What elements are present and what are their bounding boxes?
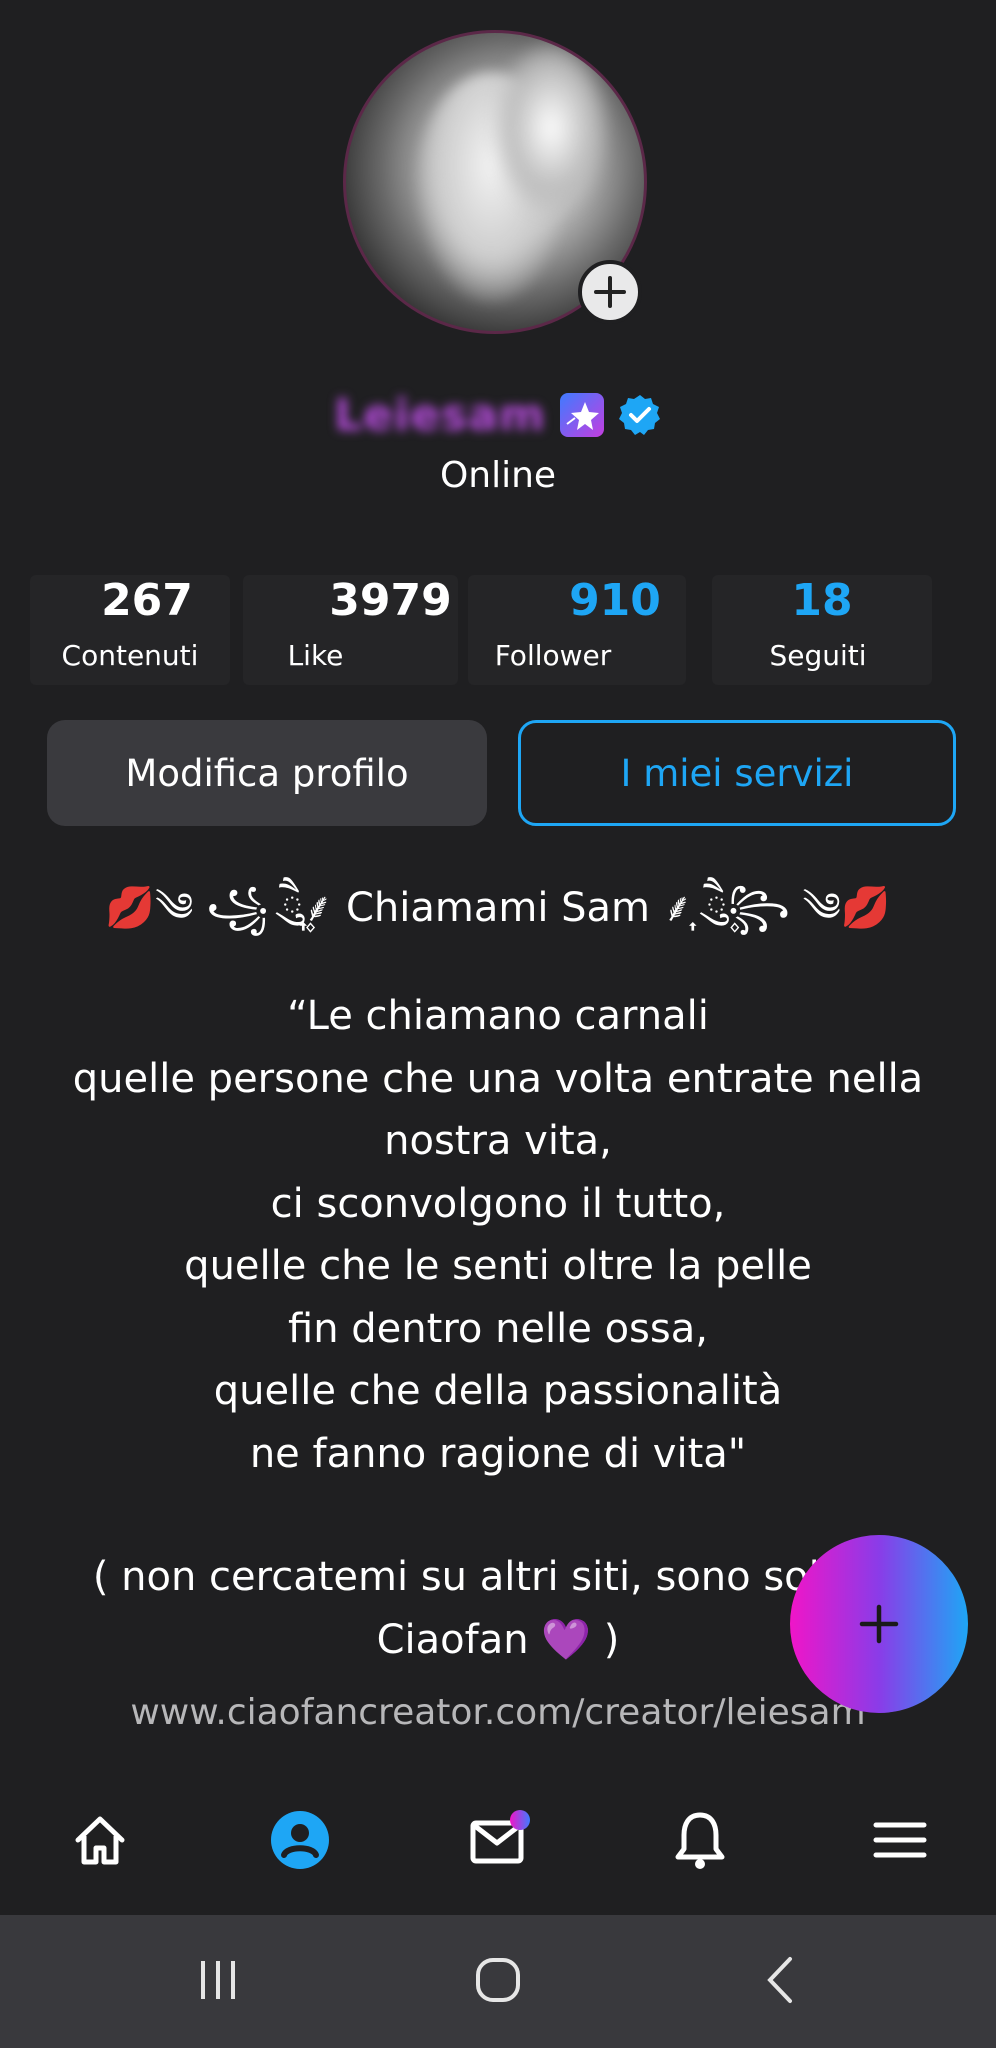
nav-messages[interactable] bbox=[460, 1800, 540, 1880]
star-badge-icon bbox=[559, 393, 604, 437]
nav-profile[interactable] bbox=[260, 1800, 340, 1880]
stat-seguiti[interactable]: 18 Seguiti bbox=[712, 575, 932, 685]
bell-icon bbox=[675, 1812, 725, 1869]
stat-value: 910 bbox=[569, 575, 661, 626]
stat-label: Like bbox=[287, 639, 344, 672]
stat-value: 3979 bbox=[329, 575, 452, 626]
stat-label: Contenuti bbox=[61, 639, 199, 672]
stat-value: 267 bbox=[101, 575, 193, 626]
nav-menu[interactable] bbox=[860, 1800, 940, 1880]
plus-icon bbox=[859, 1604, 899, 1644]
stat-label: Follower bbox=[494, 639, 612, 672]
stat-follower[interactable]: 910 Follower bbox=[468, 575, 686, 685]
create-post-button[interactable] bbox=[790, 1535, 968, 1713]
username: Leiesam bbox=[334, 389, 546, 441]
stat-value: 18 bbox=[791, 575, 853, 626]
back-icon bbox=[767, 1957, 792, 2003]
menu-icon bbox=[873, 1822, 927, 1858]
recent-apps-icon bbox=[201, 1961, 235, 1999]
system-nav-bar bbox=[0, 1915, 996, 2048]
nav-notifications[interactable] bbox=[660, 1800, 740, 1880]
mail-icon bbox=[470, 1810, 530, 1864]
name-row: Leiesam bbox=[0, 385, 996, 445]
stat-label: Seguiti bbox=[769, 639, 867, 672]
profile-icon bbox=[271, 1811, 329, 1869]
bio-title: 💋༄ ꧁ ཻུ۪۪⸙͎ Chiamami Sam ⸙͎ ཻུ۪۪꧂ ༄💋 bbox=[105, 885, 891, 931]
bottom-nav bbox=[0, 1760, 996, 1915]
system-back-button[interactable] bbox=[740, 1945, 820, 2015]
my-services-button[interactable]: I miei servizi bbox=[518, 720, 956, 826]
stat-contenuti[interactable]: 267 Contenuti bbox=[30, 575, 230, 685]
system-home-button[interactable] bbox=[458, 1945, 538, 2015]
verified-icon bbox=[618, 395, 660, 435]
online-status: Online bbox=[439, 455, 557, 496]
recent-apps-button[interactable] bbox=[178, 1945, 258, 2015]
home-icon bbox=[75, 1816, 125, 1865]
nav-home[interactable] bbox=[60, 1800, 140, 1880]
bio-quote: “Le chiamano carnali quelle persone che … bbox=[72, 993, 924, 1477]
edit-profile-button[interactable]: Modifica profilo bbox=[47, 720, 487, 826]
stat-like[interactable]: 3979 Like bbox=[243, 575, 458, 685]
add-story-icon[interactable] bbox=[578, 260, 642, 324]
home-circle-icon bbox=[476, 1958, 520, 2002]
